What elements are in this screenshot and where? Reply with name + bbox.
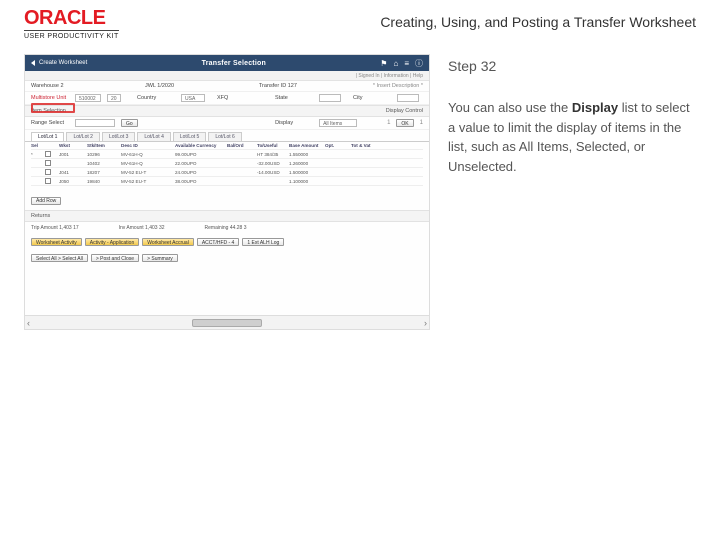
step-text-bold: Display bbox=[572, 100, 618, 115]
state-label: State bbox=[275, 95, 313, 101]
grid-header: Sel Wkst Stk/Item Desc ID Available Curr… bbox=[31, 142, 423, 150]
app-topbar: Create Worksheet Transfer Selection ⚑ ⌂ … bbox=[25, 55, 429, 71]
ext-log-button[interactable]: 1 Ext ALH Log bbox=[242, 238, 284, 246]
description-placeholder: * Insert Description * bbox=[373, 83, 423, 89]
col-tou: To/Useful bbox=[257, 143, 287, 148]
display-label: Display bbox=[275, 120, 313, 126]
logo-subtitle: USER PRODUCTIVITY KIT bbox=[24, 30, 119, 40]
tab-2[interactable]: Lot/Lot 2 bbox=[66, 132, 99, 141]
select-all-button[interactable]: Select All > Select All bbox=[31, 254, 88, 262]
xfq-label: XFQ bbox=[217, 95, 255, 101]
activity-application-button[interactable]: Activity - Application bbox=[85, 238, 139, 246]
scroll-right-icon[interactable]: › bbox=[424, 318, 427, 328]
help-icon[interactable]: ⓘ bbox=[415, 58, 423, 69]
home-icon[interactable]: ⌂ bbox=[393, 59, 398, 68]
country-label: Country bbox=[137, 95, 175, 101]
worksheet-accrual-button[interactable]: Worksheet Accrual bbox=[142, 238, 194, 246]
highlight-multistore bbox=[31, 103, 75, 113]
table-row[interactable]: * J001 10296 MV-61H-Q 99.00UPO HT 384/35… bbox=[31, 150, 423, 159]
range-select-field[interactable] bbox=[75, 119, 115, 127]
tab-6[interactable]: Lot/Lot 6 bbox=[208, 132, 241, 141]
go-button[interactable]: Go bbox=[121, 119, 138, 127]
col-bal: Bal/Ord bbox=[227, 143, 255, 148]
row-checkbox[interactable] bbox=[45, 160, 51, 166]
page-title: Creating, Using, and Posting a Transfer … bbox=[380, 8, 696, 30]
transfer-id-label: Transfer ID 127 bbox=[259, 83, 297, 89]
scroll-left-icon[interactable]: ‹ bbox=[27, 318, 30, 328]
app-screenshot: Create Worksheet Transfer Selection ⚑ ⌂ … bbox=[24, 54, 430, 330]
col-opt: Opt. bbox=[325, 143, 349, 148]
multistore-label: Multistore Unit bbox=[31, 95, 69, 101]
row-checkbox[interactable] bbox=[45, 169, 51, 175]
city-label: City bbox=[353, 95, 391, 101]
multistore-field-2[interactable]: 20 bbox=[107, 94, 121, 102]
jwl-label: JWL 1/2020 bbox=[145, 83, 183, 89]
topbar-center-title: Transfer Selection bbox=[202, 60, 266, 67]
summary-button[interactable]: > Summary bbox=[142, 254, 178, 262]
tab-bar: Lot/Lot 1 Lot/Lot 2 Lot/Lot 3 Lot/Lot 4 … bbox=[25, 130, 429, 142]
back-arrow-icon[interactable] bbox=[31, 60, 35, 66]
worksheet-activity-button[interactable]: Worksheet Activity bbox=[31, 238, 82, 246]
extra-counter-2: 1 bbox=[420, 120, 423, 126]
tab-1[interactable]: Lot/Lot 1 bbox=[31, 132, 64, 141]
multistore-field-1[interactable]: 510002 bbox=[75, 94, 101, 102]
row-checkbox[interactable] bbox=[45, 151, 51, 157]
tab-4[interactable]: Lot/Lot 4 bbox=[137, 132, 170, 141]
tab-5[interactable]: Lot/Lot 5 bbox=[173, 132, 206, 141]
status-strip: | Signed In | Information | Help bbox=[25, 71, 429, 81]
col-avail: Available Currency bbox=[175, 143, 225, 148]
returns-footer-label: Returns bbox=[31, 213, 50, 219]
brand-logo: ORACLE USER PRODUCTIVITY KIT bbox=[24, 8, 119, 40]
accthfd-button[interactable]: ACCT/HFD - 4 bbox=[197, 238, 240, 246]
topbar-back-label[interactable]: Create Worksheet bbox=[39, 60, 87, 66]
scroll-thumb[interactable] bbox=[192, 319, 262, 327]
table-row[interactable]: J041 18207 MV-52 EU-T 24.00UPO -14.00USD… bbox=[31, 168, 423, 177]
step-instruction: You can also use the Display list to sel… bbox=[448, 98, 696, 176]
range-select-label: Range Select bbox=[31, 120, 69, 126]
section-display-control: Display Control bbox=[386, 108, 423, 114]
col-base: Base Amount bbox=[289, 143, 323, 148]
post-close-button[interactable]: > Post and Close bbox=[91, 254, 139, 262]
add-row-button[interactable]: Add Row bbox=[31, 197, 61, 205]
table-row[interactable]: J050 19840 MV-52 EU-T 38.00UPO 1.100000 bbox=[31, 177, 423, 186]
row-checkbox[interactable] bbox=[45, 178, 51, 184]
col-tot: Tot & Vat bbox=[351, 143, 385, 148]
col-sel: Sel bbox=[31, 143, 43, 148]
warehouse-label: Warehouse 2 bbox=[31, 83, 69, 89]
col-desc: Desc ID bbox=[121, 143, 163, 148]
step-text-before: You can also use the bbox=[448, 100, 572, 115]
extra-counter: 1 bbox=[387, 120, 390, 126]
col-stk: Stk/Item bbox=[87, 143, 119, 148]
table-row[interactable]: 10402 MV-61H-Q 22.00UPO -32.00USD 1.2600… bbox=[31, 159, 423, 168]
flag-icon[interactable]: ⚑ bbox=[380, 59, 387, 68]
totals-row: Trip Amount 1,403 17 Inv Amount 1,403 32… bbox=[25, 222, 429, 234]
country-field[interactable]: USA bbox=[181, 94, 205, 102]
state-field[interactable] bbox=[319, 94, 341, 102]
city-field[interactable] bbox=[397, 94, 419, 102]
ok-button[interactable]: OK bbox=[396, 119, 413, 127]
tab-3[interactable]: Lot/Lot 3 bbox=[102, 132, 135, 141]
horizontal-scrollbar[interactable]: ‹ › bbox=[25, 315, 429, 329]
oracle-wordmark: ORACLE bbox=[24, 8, 119, 28]
col-wkst: Wkst bbox=[59, 143, 85, 148]
display-dropdown[interactable]: All Items bbox=[319, 119, 357, 127]
menu-icon[interactable]: ≡ bbox=[404, 59, 409, 68]
step-title: Step 32 bbox=[448, 58, 696, 74]
